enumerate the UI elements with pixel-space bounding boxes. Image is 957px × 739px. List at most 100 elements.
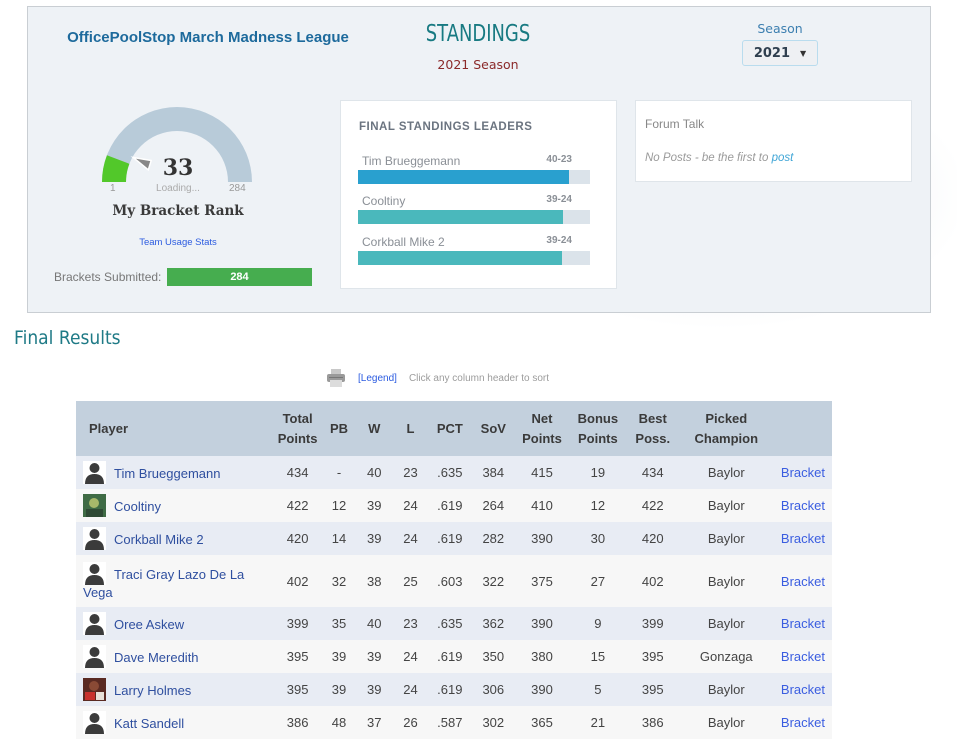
col-l[interactable]: L	[392, 401, 429, 456]
leader-name: Corkball Mike 2	[362, 235, 445, 249]
cell-net-points: 390	[515, 522, 569, 555]
table-row: Oree Askew 399 35 40 23.635 362 390 9 399 Baylor B…	[76, 607, 832, 640]
col-player[interactable]: Player	[76, 401, 273, 456]
cell-pb: 39	[322, 673, 356, 706]
printer-icon[interactable]	[326, 369, 346, 387]
bracket-link[interactable]: Bracket	[781, 574, 825, 589]
cell-bonus-points: 12	[568, 489, 627, 522]
col-pb[interactable]: PB	[322, 401, 356, 456]
cell-pb: 39	[322, 640, 356, 673]
cell-l: 23	[392, 607, 429, 640]
player-cell: Oree Askew	[76, 607, 273, 640]
player-link[interactable]: Tim Brueggemann	[114, 466, 220, 481]
cell-pb: 12	[322, 489, 356, 522]
cell-best-poss: 386	[626, 706, 679, 739]
avatar	[83, 645, 106, 668]
cell-pb: 32	[322, 555, 356, 607]
cell-w: 40	[355, 456, 393, 489]
player-link[interactable]: Katt Sandell	[114, 716, 184, 731]
cell-total-points: 395	[272, 640, 323, 673]
cell-net-points: 390	[515, 673, 569, 706]
team-usage-stats-link[interactable]: Team Usage Stats	[78, 237, 278, 248]
forum-empty-text: No Posts - be the first to	[645, 152, 772, 164]
cell-bracket: Bracket	[773, 607, 832, 640]
leader-bar-track	[358, 170, 590, 184]
col-pct[interactable]: PCT	[428, 401, 472, 456]
gauge-loading-text: Loading...	[156, 183, 200, 194]
cell-pct: .635	[428, 607, 472, 640]
cell-total-points: 422	[272, 489, 323, 522]
leader-name: Tim Brueggemann	[362, 154, 461, 168]
cell-net-points: 375	[515, 555, 569, 607]
cell-best-poss: 434	[626, 456, 679, 489]
cell-picked-champion: Baylor	[678, 489, 774, 522]
bracket-link[interactable]: Bracket	[781, 498, 825, 513]
leader-bar-fill	[358, 170, 570, 184]
cell-pb: 14	[322, 522, 356, 555]
forum-post-link[interactable]: post	[772, 152, 794, 164]
cell-l: 24	[392, 522, 429, 555]
cell-w: 40	[355, 607, 393, 640]
bracket-link[interactable]: Bracket	[781, 531, 825, 546]
season-select[interactable]: 2021 ▼	[742, 40, 818, 66]
bracket-link[interactable]: Bracket	[781, 715, 825, 730]
cell-bracket: Bracket	[773, 640, 832, 673]
cell-best-poss: 395	[626, 673, 679, 706]
player-link[interactable]: Oree Askew	[114, 617, 184, 632]
caret-down-icon: ▼	[800, 48, 807, 58]
forum-title: Forum Talk	[645, 117, 705, 131]
player-link[interactable]: Dave Meredith	[114, 650, 199, 665]
cell-best-poss: 420	[626, 522, 679, 555]
cell-net-points: 410	[515, 489, 569, 522]
cell-bonus-points: 15	[568, 640, 627, 673]
player-cell: Dave Meredith	[76, 640, 273, 673]
cell-pct: .619	[428, 489, 472, 522]
cell-pb: -	[322, 456, 356, 489]
leader-bar-fill	[358, 251, 563, 265]
col-bonus-points[interactable]: Bonus Points	[568, 401, 627, 456]
cell-bracket: Bracket	[773, 555, 832, 607]
table-row: Tim Brueggemann 434-40 23.635 384 415 19 434 Ba…	[76, 456, 832, 489]
bracket-link[interactable]: Bracket	[781, 682, 825, 697]
cell-l: 23	[392, 456, 429, 489]
player-cell: Traci Gray Lazo De La Vega	[76, 555, 273, 607]
col-total-points[interactable]: Total Points	[272, 401, 323, 456]
cell-w: 39	[355, 640, 393, 673]
bracket-link[interactable]: Bracket	[781, 465, 825, 480]
legend-link[interactable]: [Legend]	[358, 373, 397, 384]
cell-sov: 350	[471, 640, 516, 673]
cell-pct: .587	[428, 706, 472, 739]
player-link[interactable]: Corkball Mike 2	[114, 532, 204, 547]
cell-sov: 282	[471, 522, 516, 555]
cell-sov: 302	[471, 706, 516, 739]
player-link[interactable]: Cooltiny	[114, 499, 161, 514]
cell-bonus-points: 21	[568, 706, 627, 739]
col-best-poss[interactable]: Best Poss.	[626, 401, 679, 456]
col-picked-champion[interactable]: Picked Champion	[678, 401, 774, 456]
cell-w: 39	[355, 489, 393, 522]
cell-pct: .619	[428, 640, 472, 673]
col-net-points[interactable]: Net Points	[515, 401, 569, 456]
bracket-link[interactable]: Bracket	[781, 616, 825, 631]
cell-sov: 362	[471, 607, 516, 640]
cell-picked-champion: Baylor	[678, 706, 774, 739]
cell-bracket: Bracket	[773, 522, 832, 555]
bracket-link[interactable]: Bracket	[781, 649, 825, 664]
cell-w: 38	[355, 555, 393, 607]
avatar	[83, 461, 106, 484]
col-sov[interactable]: SoV	[471, 401, 516, 456]
cell-sov: 384	[471, 456, 516, 489]
leader-record: 40-23	[546, 154, 572, 165]
col-w[interactable]: W	[355, 401, 393, 456]
cell-bonus-points: 5	[568, 673, 627, 706]
cell-picked-champion: Gonzaga	[678, 640, 774, 673]
cell-pct: .635	[428, 456, 472, 489]
cell-picked-champion: Baylor	[678, 607, 774, 640]
cell-net-points: 390	[515, 607, 569, 640]
cell-bonus-points: 30	[568, 522, 627, 555]
player-link[interactable]: Traci Gray Lazo De La Vega	[83, 567, 244, 600]
gauge-max-label: 284	[229, 183, 246, 194]
cell-total-points: 434	[272, 456, 323, 489]
player-link[interactable]: Larry Holmes	[114, 683, 191, 698]
cell-bonus-points: 19	[568, 456, 627, 489]
